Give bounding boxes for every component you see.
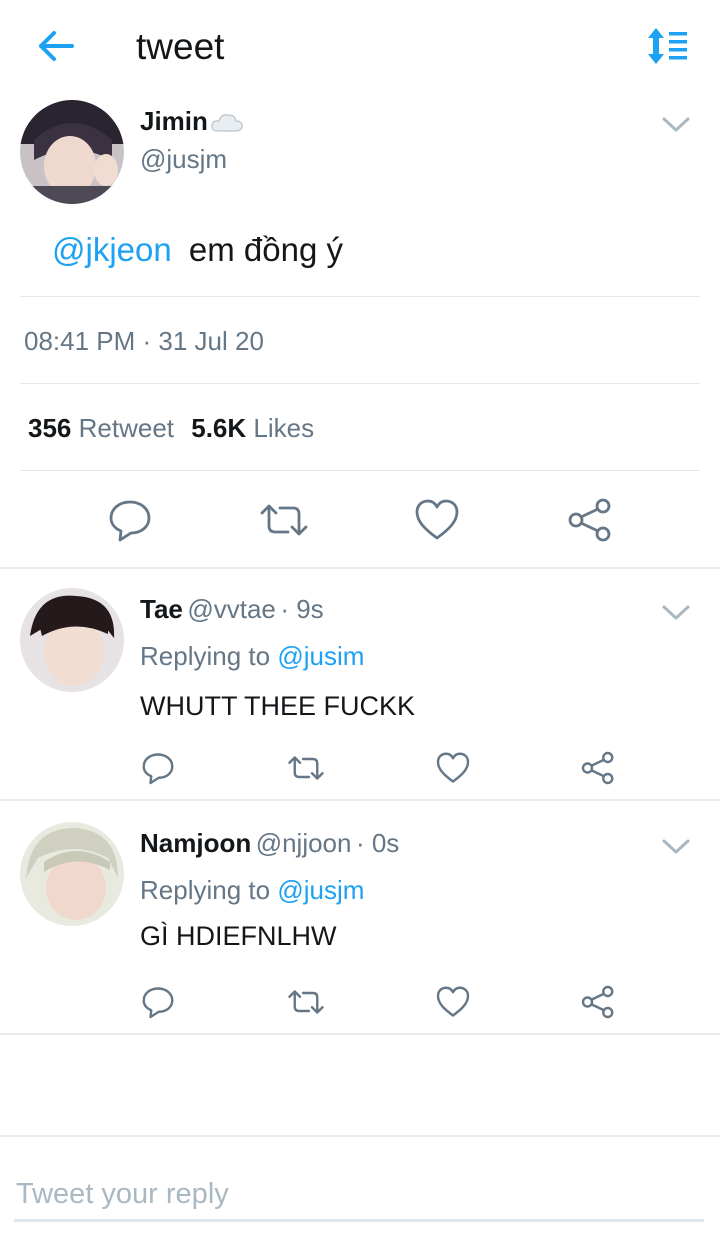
avatar-tae[interactable] — [20, 588, 124, 692]
back-button[interactable] — [30, 24, 80, 68]
avatar-namjoon[interactable] — [20, 822, 124, 926]
sort-button[interactable] — [642, 24, 692, 68]
heart-icon — [436, 752, 470, 783]
avatar-jimin[interactable] — [20, 100, 124, 204]
display-name[interactable]: Tae — [140, 594, 183, 624]
retweet-stat[interactable]: 356 Retweet — [28, 413, 181, 443]
reply-input[interactable] — [14, 1170, 704, 1222]
reply-text: GÌ HDIEFNLHW — [140, 921, 337, 951]
share-button[interactable] — [580, 750, 616, 786]
handle[interactable]: @jusjm — [140, 144, 227, 175]
tweet-options[interactable] — [660, 110, 692, 138]
chevron-down-icon — [662, 839, 690, 854]
retweet-icon — [260, 504, 308, 536]
divider — [20, 470, 700, 471]
avatar-photo — [20, 588, 124, 692]
sort-lines-icon — [648, 28, 687, 64]
divider — [20, 383, 700, 384]
reply-options[interactable] — [660, 832, 692, 860]
replying-to: Replying to @jusjm — [140, 875, 364, 906]
section-separator — [0, 799, 720, 801]
replying-to: Replying to @jusim — [140, 641, 364, 672]
replying-prefix: Replying to — [140, 875, 271, 905]
avatar-photo — [20, 100, 124, 204]
reply-header: Tae @vvtae · 9s — [140, 594, 324, 625]
likes-count: 5.6K — [191, 413, 247, 443]
section-separator — [0, 1033, 720, 1035]
comment-bubble-icon — [142, 987, 174, 1019]
chevron-down-icon — [662, 605, 690, 620]
share-button[interactable] — [566, 496, 614, 544]
likes-stat[interactable]: 5.6K Likes — [191, 413, 314, 443]
reply-text: WHUTT THEE FUCKK — [140, 691, 416, 721]
heart-icon — [415, 499, 459, 540]
share-icon — [581, 751, 614, 785]
reply-button[interactable] — [140, 750, 176, 786]
display-name[interactable]: Namjoon — [140, 828, 251, 858]
like-button[interactable] — [434, 984, 472, 1020]
reply-time: · 0s — [355, 828, 400, 858]
arrow-left-icon — [39, 31, 74, 61]
share-icon — [581, 985, 614, 1019]
comment-bubble-icon — [142, 753, 174, 785]
heart-icon — [436, 986, 470, 1017]
page-title: tweet — [136, 26, 225, 67]
reply-header: Namjoon @njjoon · 0s — [140, 828, 399, 859]
reply-time: · 9s — [280, 594, 324, 624]
timestamp: 08:41 PM · 31 Jul 20 — [24, 326, 264, 356]
mention-link[interactable]: @jkjeon — [52, 231, 172, 268]
cloud-icon — [211, 114, 243, 132]
section-separator — [0, 567, 720, 569]
share-icon — [568, 498, 611, 542]
display-name[interactable]: Jimin — [140, 106, 208, 137]
like-button[interactable] — [434, 750, 472, 786]
replying-handle[interactable]: @jusim — [277, 641, 364, 671]
avatar-photo — [20, 822, 124, 926]
share-button[interactable] — [580, 984, 616, 1020]
tweet-text: @jkjeon em đồng ý — [52, 228, 343, 272]
handle[interactable]: @vvtae — [187, 594, 276, 624]
retweet-button[interactable] — [258, 496, 310, 544]
retweet-icon — [288, 756, 324, 780]
composer-separator — [0, 1135, 720, 1137]
likes-label: Likes — [253, 413, 315, 443]
like-button[interactable] — [412, 496, 462, 544]
engagement-stats: 356 Retweet 5.6K Likes — [28, 413, 314, 444]
tweet-body: em đồng ý — [188, 231, 343, 268]
retweet-icon — [288, 990, 324, 1014]
retweet-count: 356 — [28, 413, 72, 443]
handle[interactable]: @njjoon — [256, 828, 352, 858]
retweet-label: Retweet — [78, 413, 175, 443]
reply-button[interactable] — [140, 984, 176, 1020]
reply-button[interactable] — [106, 496, 154, 544]
comment-bubble-icon — [109, 500, 151, 542]
reply-options[interactable] — [660, 598, 692, 626]
retweet-button[interactable] — [286, 750, 326, 786]
divider — [20, 296, 700, 297]
retweet-button[interactable] — [286, 984, 326, 1020]
replying-prefix: Replying to — [140, 641, 271, 671]
chevron-down-icon — [662, 117, 690, 132]
replying-handle[interactable]: @jusjm — [277, 875, 364, 905]
